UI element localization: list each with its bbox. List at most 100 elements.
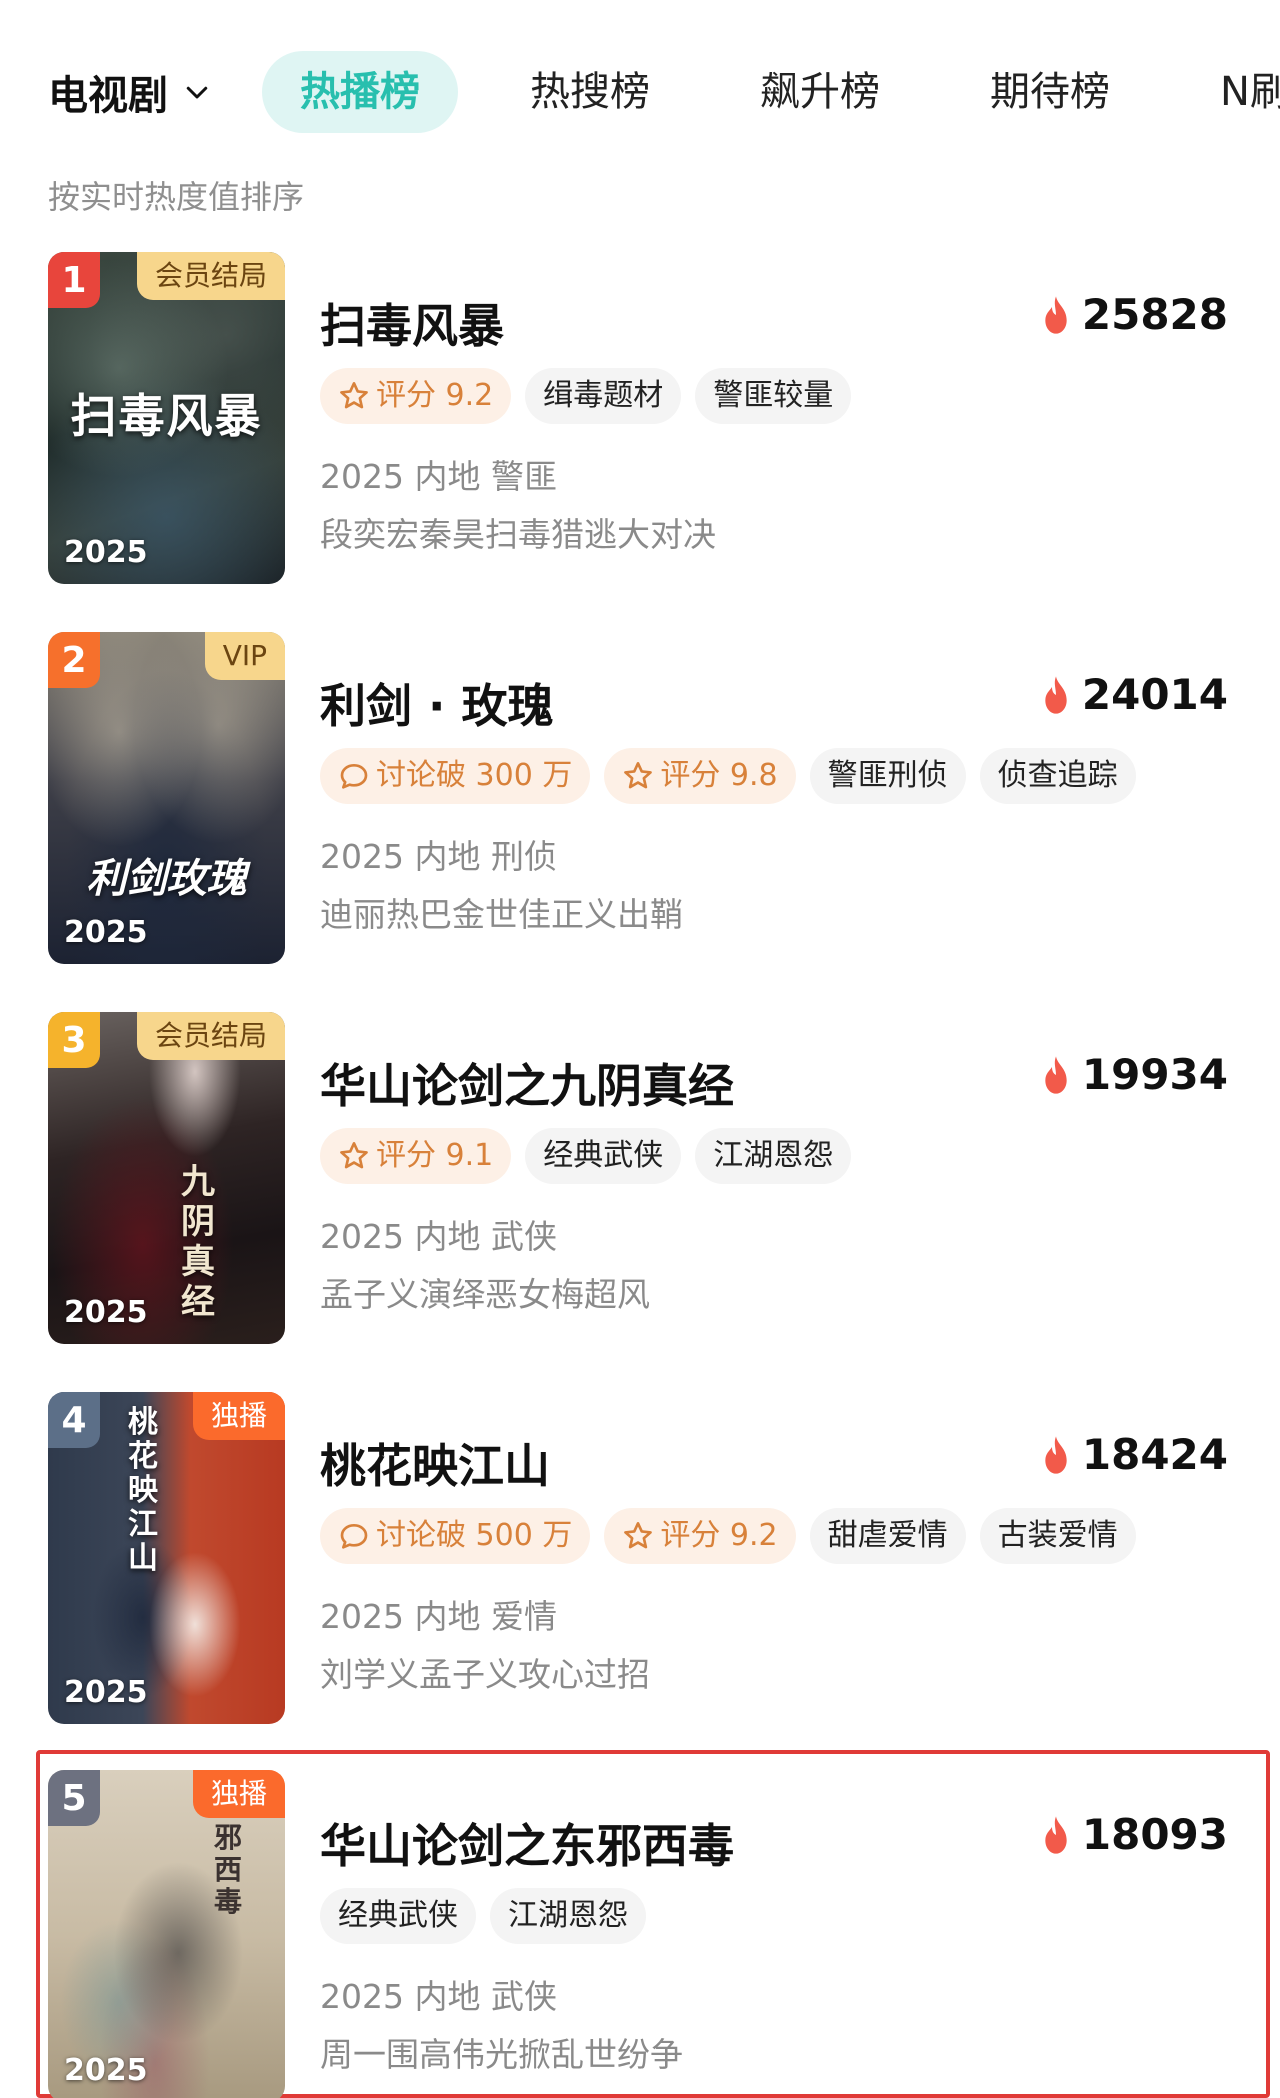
discussion-tag: 讨论破 300 万 <box>320 748 591 804</box>
item-meta: 2025 内地 武侠 <box>320 1977 557 2016</box>
item-meta: 2025 内地 刑侦 <box>320 837 557 876</box>
poster[interactable]: 桃花映江山 4 独播 2025 <box>48 1392 285 1724</box>
star-icon <box>340 1142 368 1169</box>
item-title: 利剑 · 玫瑰 <box>320 679 554 733</box>
poster-year: 2025 <box>64 1675 148 1710</box>
rating-tag: 评分 9.8 <box>604 748 796 804</box>
poster[interactable]: 利剑玫瑰 2 VIP 2025 <box>48 632 285 964</box>
rating-label: 评分 9.1 <box>376 1138 494 1173</box>
rank-badge: 4 <box>48 1392 100 1448</box>
item-info: 华山论剑之九阴真经 19934 评分 9.1 经典武侠 江湖恩怨 2025 内地… <box>320 1010 1280 1346</box>
item-info: 华山论剑之东邪西毒 18093 经典武侠 江湖恩怨 2025 内地 武侠 周一围… <box>320 1770 1266 2098</box>
poster[interactable]: 九阴真经 3 会员结局 2025 <box>48 1012 285 1344</box>
tab-anticipated[interactable]: 期待榜 <box>952 51 1148 133</box>
rank-badge: 5 <box>48 1770 100 1826</box>
item-title: 华山论剑之九阴真经 <box>320 1059 734 1113</box>
poster-title-art: 扫毒风暴 <box>70 389 263 443</box>
ranking-item-3[interactable]: 九阴真经 3 会员结局 2025 华山论剑之九阴真经 19934 评分 9.1 <box>0 1010 1280 1346</box>
sort-hint: 按实时热度值排序 <box>48 178 305 216</box>
rating-label: 评分 9.8 <box>660 758 778 793</box>
ranking-item-4[interactable]: 桃花映江山 4 独播 2025 桃花映江山 18424 讨论破 500 万 评分… <box>0 1390 1280 1726</box>
ranking-item-2[interactable]: 利剑玫瑰 2 VIP 2025 利剑 · 玫瑰 24014 讨论破 300 万 <box>0 630 1280 966</box>
star-icon <box>624 1522 653 1549</box>
genre-tag: 古装爱情 <box>979 1508 1136 1564</box>
heat-value: 18424 <box>1081 1430 1228 1479</box>
poster-year: 2025 <box>64 2053 148 2088</box>
genre-tag: 经典武侠 <box>525 1128 682 1184</box>
genre-tag: 江湖恩怨 <box>490 1888 646 1944</box>
rating-tag: 评分 9.1 <box>320 1128 512 1184</box>
rank-badge: 1 <box>48 252 100 308</box>
item-description: 迪丽热巴金世佳正义出鞘 <box>320 895 683 934</box>
rank-badge: 2 <box>48 632 100 688</box>
poster-title-art: 桃花映江山 <box>128 1405 158 1576</box>
heat-value: 18093 <box>1081 1810 1228 1859</box>
tab-rewatch[interactable]: N刷榜 <box>1182 51 1280 133</box>
heat-score: 19934 <box>1040 1050 1228 1099</box>
heat-score: 24014 <box>1040 670 1228 719</box>
flame-icon <box>1045 1055 1067 1094</box>
rating-tag: 评分 9.2 <box>320 368 512 424</box>
tag-row: 讨论破 500 万 评分 9.2 甜虐爱情 古装爱情 <box>320 1508 1136 1564</box>
poster-year: 2025 <box>64 1295 148 1330</box>
flame-icon <box>1045 1435 1067 1474</box>
genre-tag: 经典武侠 <box>320 1888 476 1944</box>
ranking-item-1[interactable]: 扫毒风暴 1 会员结局 2025 扫毒风暴 25828 评分 9.2 缉毒题材 … <box>0 250 1280 586</box>
rating-label: 评分 9.2 <box>376 378 494 413</box>
poster[interactable]: 扫毒风暴 1 会员结局 2025 <box>48 252 285 584</box>
item-description: 段奕宏秦昊扫毒猎逃大对决 <box>320 515 716 554</box>
poster-title-art: 九阴真经 <box>181 1162 215 1322</box>
chevron-down-icon <box>186 86 208 99</box>
heat-score: 25828 <box>1040 290 1228 339</box>
item-title: 桃花映江山 <box>320 1439 550 1493</box>
star-icon <box>624 762 653 789</box>
heat-score: 18093 <box>1040 1810 1228 1859</box>
rating-label: 评分 9.2 <box>660 1518 778 1553</box>
status-badge: 会员结局 <box>136 1012 285 1060</box>
genre-tag: 警匪刑侦 <box>809 748 966 804</box>
item-meta: 2025 内地 爱情 <box>320 1597 557 1636</box>
ranking-item-5[interactable]: 东邪西毒 5 独播 2025 华山论剑之东邪西毒 18093 经典武侠 江湖恩怨… <box>36 1750 1270 2098</box>
tab-rising[interactable]: 飙升榜 <box>722 51 918 133</box>
category-dropdown[interactable]: 电视剧 <box>48 63 212 121</box>
chart-tab-bar: 电视剧 热播榜 热搜榜 飙升榜 期待榜 N刷榜 <box>0 44 1280 140</box>
item-info: 桃花映江山 18424 讨论破 500 万 评分 9.2 甜虐爱情 古装爱情 2… <box>320 1390 1280 1726</box>
flame-icon <box>1045 1815 1067 1854</box>
status-badge: VIP <box>204 632 285 680</box>
genre-tag: 侦查追踪 <box>979 748 1136 804</box>
heat-score: 18424 <box>1040 1430 1228 1479</box>
tag-row: 评分 9.2 缉毒题材 警匪较量 <box>320 368 852 424</box>
heat-value: 19934 <box>1081 1050 1228 1099</box>
item-meta: 2025 内地 警匪 <box>320 457 557 496</box>
heat-value: 24014 <box>1081 670 1228 719</box>
star-icon <box>340 382 368 409</box>
discussion-label: 讨论破 300 万 <box>376 758 573 793</box>
poster-year: 2025 <box>64 535 148 570</box>
item-meta: 2025 内地 武侠 <box>320 1217 557 1256</box>
item-description: 周一围高伟光掀乱世纷争 <box>320 2035 683 2074</box>
status-badge: 会员结局 <box>136 252 285 300</box>
discussion-tag: 讨论破 500 万 <box>320 1508 591 1564</box>
tag-row: 讨论破 300 万 评分 9.8 警匪刑侦 侦查追踪 <box>320 748 1136 804</box>
tag-row: 评分 9.1 经典武侠 江湖恩怨 <box>320 1128 852 1184</box>
item-description: 刘学义孟子义攻心过招 <box>320 1655 650 1694</box>
category-label: 电视剧 <box>48 73 168 119</box>
genre-tag: 缉毒题材 <box>525 368 682 424</box>
tab-hot-search[interactable]: 热搜榜 <box>492 51 688 133</box>
genre-tag: 甜虐爱情 <box>809 1508 966 1564</box>
genre-tag: 警匪较量 <box>695 368 852 424</box>
poster-year: 2025 <box>64 915 148 950</box>
discussion-label: 讨论破 500 万 <box>376 1518 573 1553</box>
genre-tag: 江湖恩怨 <box>695 1128 852 1184</box>
tab-hot-play[interactable]: 热播榜 <box>262 51 458 133</box>
comment-icon <box>340 764 368 789</box>
poster[interactable]: 东邪西毒 5 独播 2025 <box>48 1770 285 2098</box>
rating-tag: 评分 9.2 <box>604 1508 796 1564</box>
comment-icon <box>340 1524 368 1549</box>
rank-badge: 3 <box>48 1012 100 1068</box>
status-badge: 独播 <box>192 1392 285 1440</box>
item-info: 利剑 · 玫瑰 24014 讨论破 300 万 评分 9.8 警匪刑侦 侦查追踪… <box>320 630 1280 966</box>
tag-row: 经典武侠 江湖恩怨 <box>320 1888 646 1944</box>
flame-icon <box>1045 295 1067 334</box>
flame-icon <box>1045 675 1067 714</box>
